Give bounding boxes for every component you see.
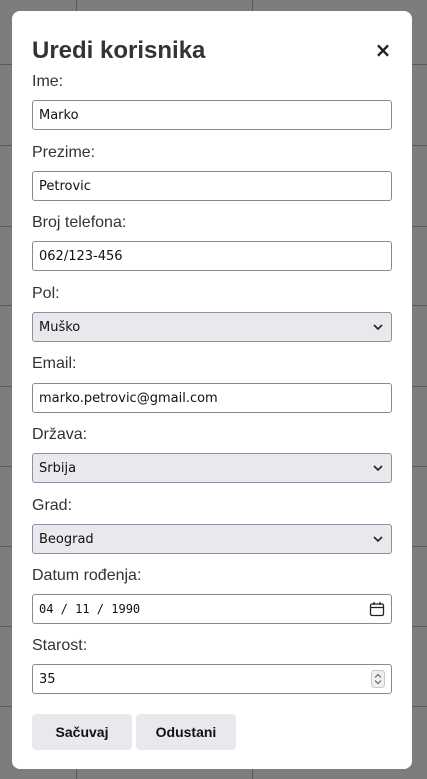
birthdate-value: 04 / 11 / 1990 xyxy=(39,602,141,616)
phone-label: Broj telefona: xyxy=(32,214,127,231)
first-name-label: Ime: xyxy=(32,73,64,90)
age-field[interactable]: 35 xyxy=(32,664,392,694)
gender-label: Pol: xyxy=(32,285,60,302)
email-value: marko.petrovic@gmail.com xyxy=(39,390,218,406)
birthdate-field[interactable]: 04 / 11 / 1990 xyxy=(32,594,392,624)
country-select[interactable]: Srbija xyxy=(32,453,392,483)
last-name-value: Petrovic xyxy=(39,178,91,194)
city-select[interactable]: Beograd xyxy=(32,524,392,554)
chevron-down-icon xyxy=(373,536,383,543)
chevron-down-icon xyxy=(373,465,383,472)
chevron-down-icon xyxy=(373,324,383,331)
first-name-value: Marko xyxy=(39,107,79,123)
country-label: Država: xyxy=(32,426,88,443)
birthdate-label: Datum rođenja: xyxy=(32,567,142,584)
email-field[interactable]: marko.petrovic@gmail.com xyxy=(32,383,392,413)
phone-field[interactable]: 062/123-456 xyxy=(32,241,392,271)
country-selected-value: Srbija xyxy=(39,460,77,476)
email-label: Email: xyxy=(32,355,77,372)
gender-selected-value: Muško xyxy=(39,319,81,335)
modal-title: Uredi korisnika xyxy=(32,37,206,64)
age-value: 35 xyxy=(39,671,56,687)
spinner-arrows-icon[interactable] xyxy=(371,670,385,688)
calendar-icon[interactable] xyxy=(369,601,385,617)
save-button[interactable]: Sačuvaj xyxy=(32,714,132,750)
close-icon[interactable]: × xyxy=(374,39,392,61)
edit-user-modal: Uredi korisnika × Ime: Marko Prezime: Pe… xyxy=(12,11,412,769)
city-label: Grad: xyxy=(32,497,73,514)
last-name-label: Prezime: xyxy=(32,144,96,161)
phone-value: 062/123-456 xyxy=(39,248,123,264)
cancel-button[interactable]: Odustani xyxy=(136,714,236,750)
gender-select[interactable]: Muško xyxy=(32,312,392,342)
city-selected-value: Beograd xyxy=(39,531,94,547)
age-label: Starost: xyxy=(32,637,88,654)
first-name-field[interactable]: Marko xyxy=(32,100,392,130)
last-name-field[interactable]: Petrovic xyxy=(32,171,392,201)
